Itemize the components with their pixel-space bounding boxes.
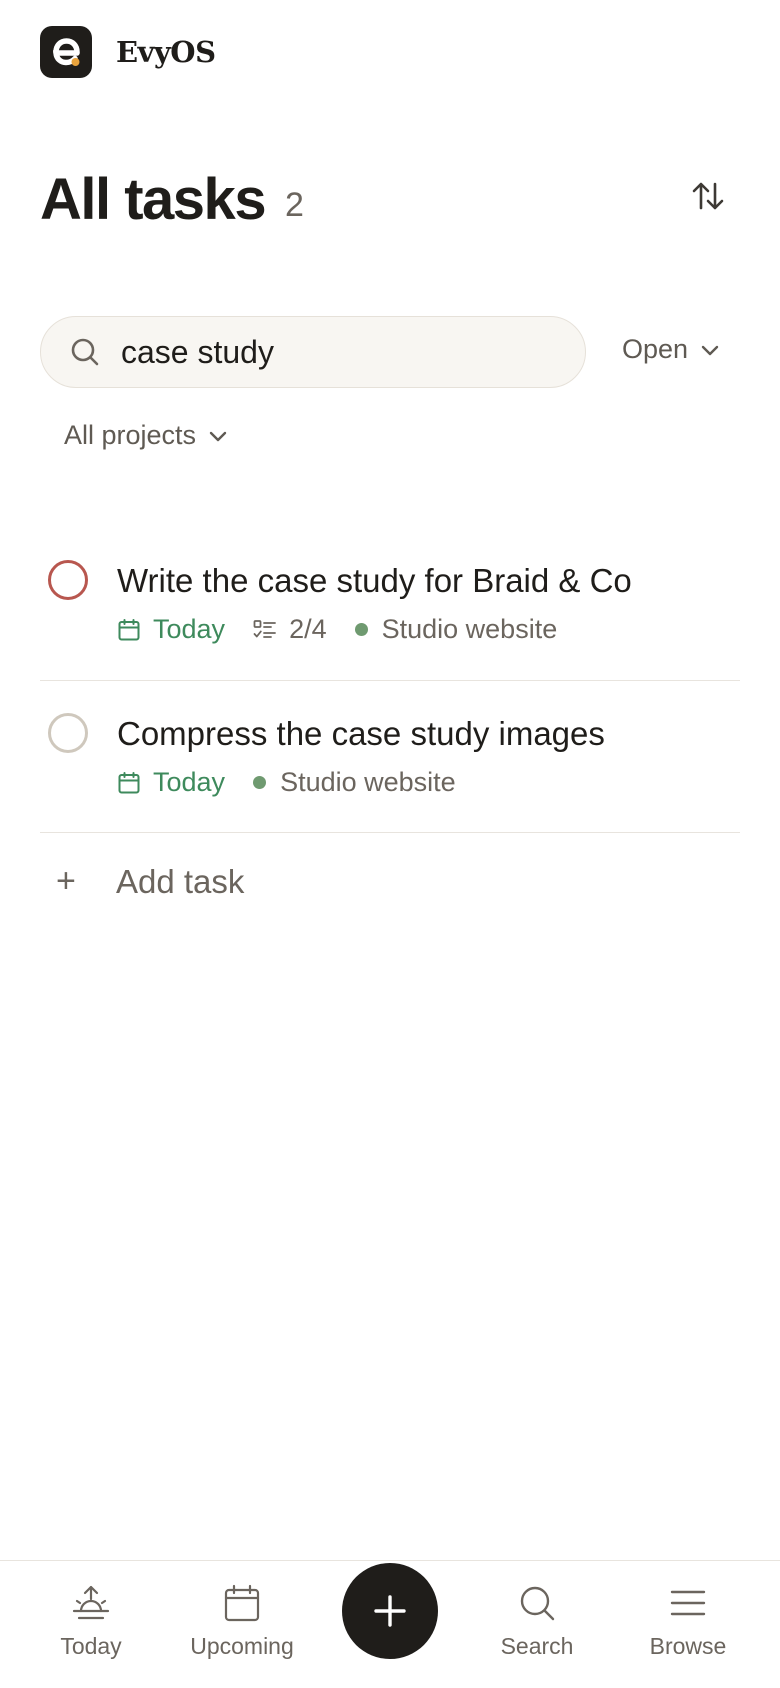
chevron-down-icon: [209, 431, 227, 441]
task-meta: Today 2/4 Studio website: [117, 614, 557, 645]
sort-button[interactable]: [686, 174, 730, 218]
logo-e-icon: [53, 38, 80, 66]
project-filter-label: All projects: [64, 420, 197, 450]
nav-search[interactable]: Search: [472, 1583, 602, 1660]
plus-icon: +: [56, 862, 76, 900]
bottom-nav: Today Upcoming Search Browse: [0, 1560, 780, 1688]
app-name: EvyOS: [116, 35, 216, 69]
search-box[interactable]: [40, 316, 586, 388]
app-logo[interactable]: [40, 26, 92, 78]
sunrise-icon: [72, 1585, 110, 1620]
nav-today[interactable]: Today: [26, 1583, 156, 1660]
search-icon: [71, 338, 99, 366]
task-due-label: Today: [153, 614, 226, 644]
project-dot-icon: [354, 623, 368, 636]
task-row[interactable]: Compress the case study images Today Stu…: [40, 681, 740, 833]
nav-search-label: Search: [500, 1633, 574, 1659]
quick-add-button[interactable]: [342, 1563, 438, 1659]
nav-upcoming[interactable]: Upcoming: [177, 1583, 307, 1660]
status-filter-dropdown[interactable]: Open: [622, 334, 720, 365]
task-due-label: Today: [153, 767, 226, 797]
task-title: Write the case study for Braid & Co: [117, 562, 632, 599]
task-checkbox[interactable]: [48, 713, 88, 753]
task-count: 2: [285, 186, 304, 224]
task-subtasks-count: 2/4: [289, 614, 327, 644]
nav-browse-label: Browse: [649, 1633, 727, 1659]
task-title: Compress the case study images: [117, 715, 605, 752]
chevron-down-icon: [701, 345, 719, 355]
task-row[interactable]: Write the case study for Braid & Co Toda…: [40, 536, 740, 681]
task-subtasks: 2/4: [253, 614, 327, 645]
status-filter-label: Open: [622, 334, 689, 364]
nav-browse[interactable]: Browse: [623, 1583, 753, 1660]
calendar-icon: [224, 1584, 260, 1622]
search-icon: [520, 1586, 555, 1621]
task-list: Write the case study for Braid & Co Toda…: [40, 536, 740, 681]
calendar-icon: [118, 771, 140, 793]
project-dot-icon: [253, 776, 267, 789]
task-meta: Today Studio website: [117, 767, 456, 798]
nav-today-label: Today: [60, 1633, 122, 1659]
task-project: Studio website: [253, 767, 456, 798]
menu-icon: [670, 1590, 706, 1616]
task-due-date: Today: [117, 614, 225, 645]
nav-upcoming-label: Upcoming: [190, 1633, 294, 1659]
add-task-button[interactable]: + Add task: [40, 862, 244, 901]
task-project-label: Studio website: [381, 614, 558, 644]
title-row: All tasks 2: [40, 160, 740, 240]
calendar-icon: [118, 618, 140, 640]
task-project: Studio website: [354, 614, 558, 645]
plus-icon: [374, 1595, 406, 1627]
page-title: All tasks: [40, 167, 267, 232]
task-due-date: Today: [117, 767, 225, 798]
search-input[interactable]: [121, 333, 541, 371]
sort-icon: [692, 182, 724, 210]
task-checkbox[interactable]: [48, 560, 88, 600]
task-project-label: Studio website: [280, 767, 456, 797]
app-header: EvyOS: [40, 26, 216, 78]
add-task-label: Add task: [116, 862, 245, 900]
subtasks-icon: [253, 619, 276, 638]
project-filter-dropdown[interactable]: All projects: [64, 420, 228, 451]
